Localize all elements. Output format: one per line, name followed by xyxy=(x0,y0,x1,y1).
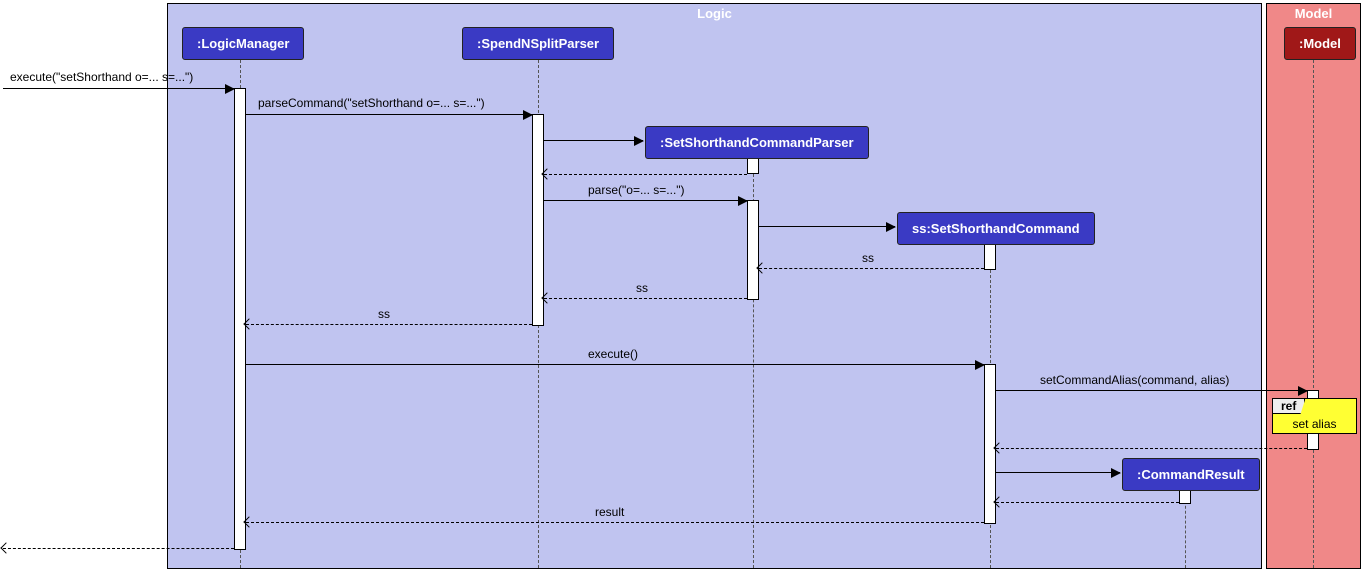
arrow-icon xyxy=(1111,468,1121,478)
arrow-icon xyxy=(523,110,533,120)
msg-return-ss-2 xyxy=(544,298,747,299)
ref-text: set alias xyxy=(1292,417,1336,431)
arrow-icon xyxy=(634,136,644,146)
participant-command-result: :CommandResult xyxy=(1122,458,1260,491)
arrow-icon xyxy=(0,542,11,553)
participant-set-shorthand-parser: :SetShorthandCommandParser xyxy=(645,126,869,159)
msg-return-model xyxy=(996,448,1307,449)
msg-return-create-sscp xyxy=(544,174,747,175)
msg-return-ss-2-label: ss xyxy=(636,281,648,295)
arrow-icon xyxy=(975,360,985,370)
msg-return-ss-3 xyxy=(246,324,532,325)
msg-return-ss-1-label: ss xyxy=(862,251,874,265)
msg-create-ssc xyxy=(759,226,895,227)
ref-set-alias: ref set alias xyxy=(1272,398,1357,434)
msg-parse-command-label: parseCommand("setShorthand o=... s=...") xyxy=(258,96,485,110)
msg-create-sscp xyxy=(544,140,643,141)
lifeline-model xyxy=(1313,60,1314,568)
msg-parse-command xyxy=(246,114,532,115)
arrow-icon xyxy=(1298,386,1308,396)
msg-result-label: result xyxy=(595,505,624,519)
arrow-icon xyxy=(886,222,896,232)
participant-spend-parser: :SpendNSplitParser xyxy=(462,27,614,60)
msg-set-alias-label: setCommandAlias(command, alias) xyxy=(1040,373,1229,387)
msg-return-ss-1 xyxy=(759,268,984,269)
msg-return-cr xyxy=(996,502,1179,503)
msg-parse-label: parse("o=... s=...") xyxy=(588,183,685,197)
arrow-icon xyxy=(738,196,748,206)
msg-return-out xyxy=(3,548,234,549)
msg-execute2-label: execute() xyxy=(588,347,638,361)
participant-model: :Model xyxy=(1284,27,1356,60)
frame-logic-title: Logic xyxy=(697,5,732,22)
activation-spend-parser xyxy=(532,114,544,326)
msg-result xyxy=(246,522,984,523)
ref-tab: ref xyxy=(1273,399,1305,414)
participant-logic-manager: :LogicManager xyxy=(182,27,304,60)
activation-logic-manager xyxy=(234,88,246,550)
activation-sscp-2 xyxy=(747,200,759,300)
msg-execute-in-label: execute("setShorthand o=... s=...") xyxy=(10,70,193,84)
msg-execute2 xyxy=(246,364,984,365)
participant-set-shorthand-cmd: ss:SetShorthandCommand xyxy=(897,212,1095,245)
arrow-icon xyxy=(225,84,235,94)
msg-parse xyxy=(544,200,747,201)
frame-model-title: Model xyxy=(1295,5,1333,22)
msg-execute-in xyxy=(3,88,234,89)
frame-logic: Logic xyxy=(167,3,1262,569)
msg-return-ss-3-label: ss xyxy=(378,307,390,321)
msg-create-cr xyxy=(996,472,1120,473)
msg-set-alias xyxy=(996,390,1307,391)
